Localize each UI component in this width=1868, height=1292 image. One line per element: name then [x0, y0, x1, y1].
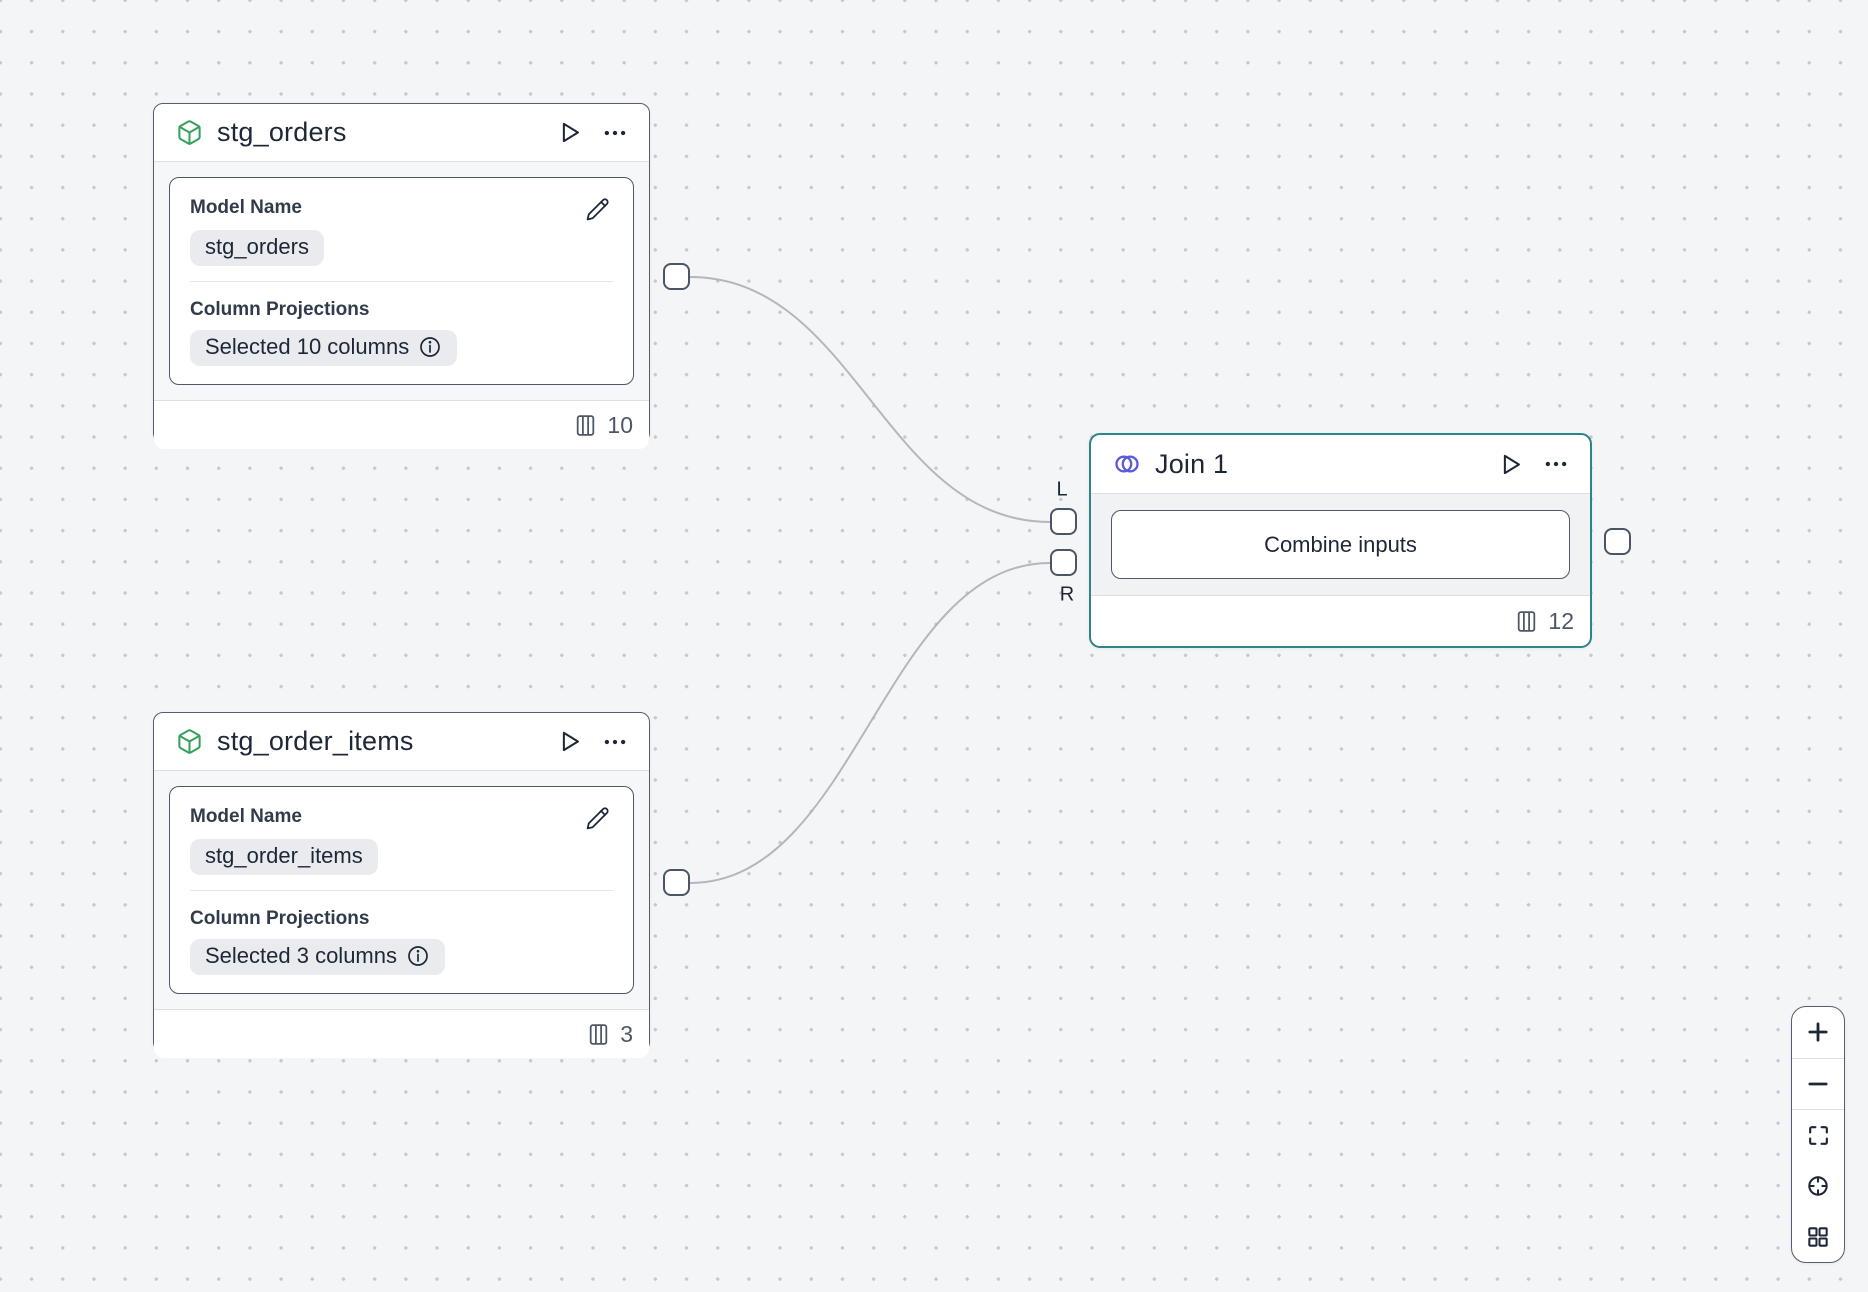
- join-left-port-label: L: [1056, 479, 1067, 502]
- column-projections-label: Column Projections: [190, 904, 613, 934]
- run-node-button[interactable]: [553, 726, 585, 758]
- output-port-stg-orders[interactable]: [663, 263, 690, 290]
- combine-inputs-button[interactable]: Combine inputs: [1111, 510, 1570, 579]
- model-name-value-pill: stg_orders: [190, 230, 324, 266]
- join-right-port-label: R: [1060, 584, 1074, 607]
- model-name-label: Model Name: [190, 802, 302, 832]
- edit-pencil-icon[interactable]: [581, 802, 613, 834]
- node-footer: 12: [1091, 595, 1590, 646]
- node-stg-order-items[interactable]: stg_order_items Model Name stg_order_ite: [153, 712, 650, 1052]
- grid-view-icon[interactable]: [1792, 1211, 1844, 1262]
- model-cube-icon: [176, 119, 203, 146]
- columns-count-icon: [573, 413, 598, 438]
- edit-pencil-icon[interactable]: [581, 193, 613, 225]
- node-header: stg_orders: [154, 104, 649, 162]
- run-node-button[interactable]: [1494, 448, 1526, 480]
- edge-stg-orders-to-join-left[interactable]: [690, 277, 1050, 522]
- column-projections-pill[interactable]: Selected 10 columns: [190, 330, 457, 366]
- output-port-stg-order-items[interactable]: [663, 869, 690, 896]
- model-cube-icon: [176, 728, 203, 755]
- node-menu-ellipsis-icon[interactable]: [599, 117, 631, 149]
- node-title: Join 1: [1155, 449, 1228, 480]
- model-config-card: Model Name stg_order_items Column Projec…: [169, 786, 634, 994]
- node-stg-orders[interactable]: stg_orders Model Name stg_orders: [153, 103, 650, 443]
- column-projections-pill[interactable]: Selected 3 columns: [190, 939, 445, 975]
- edge-stg-order-items-to-join-right[interactable]: [690, 563, 1050, 883]
- model-config-card: Model Name stg_orders Column Projections…: [169, 177, 634, 385]
- join-left-input-port[interactable]: [1050, 508, 1077, 535]
- node-join-1[interactable]: Join 1 Combine inputs 12: [1089, 433, 1592, 648]
- join-right-input-port[interactable]: [1050, 549, 1077, 576]
- columns-count-icon: [586, 1022, 611, 1047]
- fit-view-icon[interactable]: [1792, 1110, 1844, 1161]
- canvas-controls-panel: [1791, 1006, 1845, 1263]
- node-menu-ellipsis-icon[interactable]: [599, 726, 631, 758]
- node-title: stg_order_items: [217, 726, 414, 757]
- locate-crosshair-icon[interactable]: [1792, 1161, 1844, 1212]
- zoom-out-icon[interactable]: [1792, 1059, 1844, 1110]
- columns-count-icon: [1514, 609, 1539, 634]
- node-header: stg_order_items: [154, 713, 649, 771]
- node-body: Combine inputs: [1091, 494, 1590, 595]
- card-divider: [190, 890, 613, 891]
- node-header: Join 1: [1091, 435, 1590, 494]
- run-node-button[interactable]: [553, 117, 585, 149]
- node-body: Model Name stg_order_items Column Projec…: [154, 771, 649, 1009]
- node-footer: 10: [154, 400, 649, 449]
- node-title: stg_orders: [217, 117, 347, 148]
- zoom-in-icon[interactable]: [1792, 1007, 1844, 1058]
- node-menu-ellipsis-icon[interactable]: [1540, 448, 1572, 480]
- card-divider: [190, 281, 613, 282]
- model-name-value-pill: stg_order_items: [190, 839, 378, 875]
- node-footer: 3: [154, 1009, 649, 1058]
- model-name-label: Model Name: [190, 193, 302, 223]
- flow-canvas[interactable]: stg_orders Model Name stg_orders: [0, 0, 1868, 1292]
- column-projections-label: Column Projections: [190, 295, 613, 325]
- info-icon: [406, 944, 430, 968]
- column-count: 12: [1548, 608, 1574, 635]
- node-body: Model Name stg_orders Column Projections…: [154, 162, 649, 400]
- info-icon: [418, 335, 442, 359]
- column-count: 3: [620, 1021, 633, 1048]
- column-count: 10: [607, 412, 633, 439]
- output-port-join[interactable]: [1604, 528, 1631, 555]
- join-icon: [1113, 450, 1141, 478]
